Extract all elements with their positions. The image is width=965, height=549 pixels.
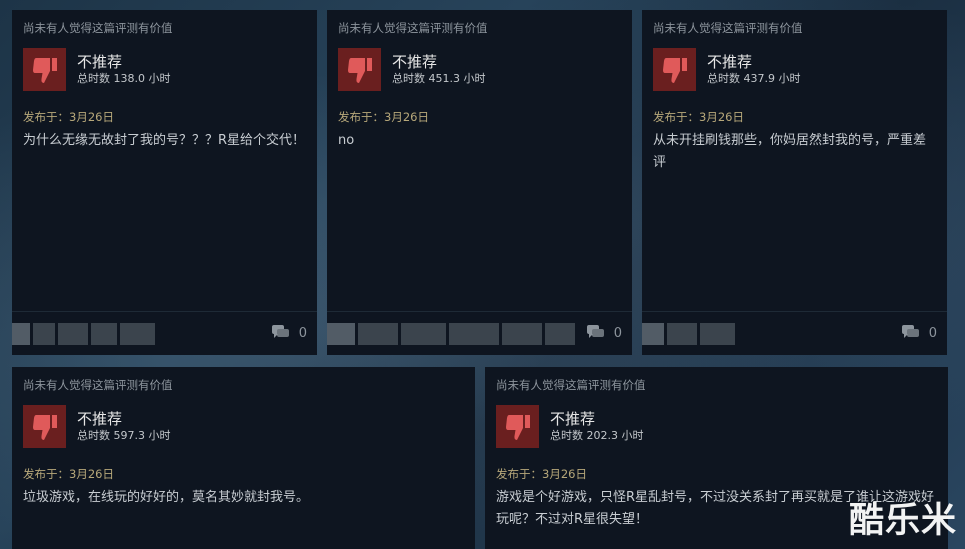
- total-hours: 总时数 202.3 小时: [550, 429, 644, 442]
- review-footer: 0: [327, 311, 632, 355]
- review-text: 从未开挂刷钱那些，你妈居然封我的号，严重差评: [653, 133, 927, 170]
- thumbs-down-icon: [23, 48, 66, 91]
- review-verdict[interactable]: 不推荐 总时数 138.0 小时: [23, 48, 307, 91]
- comment-count: 0: [298, 326, 307, 341]
- review-footer: 0: [12, 311, 317, 355]
- posted-date: 发布于：3月26日: [23, 467, 114, 481]
- posted-date: 发布于：3月26日: [653, 110, 744, 124]
- posted-date: 发布于：3月26日: [23, 110, 114, 124]
- review-footer: 0: [642, 311, 947, 355]
- thumbs-down-icon: [653, 48, 696, 91]
- comment-button[interactable]: 0: [271, 324, 307, 343]
- helpful-count: 尚未有人觉得这篇评测有价值: [496, 378, 646, 392]
- verdict-label: 不推荐: [77, 53, 123, 71]
- total-hours: 总时数 451.3 小时: [392, 72, 486, 85]
- review-card: 尚未有人觉得这篇评测有价值 不推荐 总时数 437.9 小时 发布于：3月26日…: [642, 10, 947, 355]
- review-text: no: [338, 133, 355, 148]
- helpful-count: 尚未有人觉得这篇评测有价值: [23, 378, 173, 392]
- thumbs-down-icon: [496, 405, 539, 448]
- helpful-count: 尚未有人觉得这篇评测有价值: [338, 21, 488, 35]
- thumbs-down-icon: [338, 48, 381, 91]
- blurred-author: [12, 319, 155, 349]
- blurred-author: [642, 319, 735, 349]
- comment-count: 0: [613, 326, 622, 341]
- review-text: 垃圾游戏，在线玩的好好的，莫名其妙就封我号。: [23, 490, 310, 505]
- comment-icon: [901, 324, 919, 343]
- review-verdict[interactable]: 不推荐 总时数 202.3 小时: [496, 405, 938, 448]
- watermark-logo: 酷乐米: [848, 501, 957, 541]
- review-card: 尚未有人觉得这篇评测有价值 不推荐 总时数 138.0 小时 发布于：3月26日…: [12, 10, 317, 355]
- comment-icon: [586, 324, 604, 343]
- posted-date: 发布于：3月26日: [338, 110, 429, 124]
- blurred-author: [327, 319, 575, 349]
- total-hours: 总时数 138.0 小时: [77, 72, 171, 85]
- total-hours: 总时数 597.3 小时: [77, 429, 171, 442]
- verdict-label: 不推荐: [550, 410, 596, 428]
- thumbs-down-icon: [23, 405, 66, 448]
- review-verdict[interactable]: 不推荐 总时数 437.9 小时: [653, 48, 937, 91]
- verdict-label: 不推荐: [392, 53, 438, 71]
- review-verdict[interactable]: 不推荐 总时数 451.3 小时: [338, 48, 622, 91]
- verdict-label: 不推荐: [707, 53, 753, 71]
- verdict-label: 不推荐: [77, 410, 123, 428]
- comment-button[interactable]: 0: [901, 324, 937, 343]
- comment-count: 0: [928, 326, 937, 341]
- review-card: 尚未有人觉得这篇评测有价值 不推荐 总时数 451.3 小时 发布于：3月26日…: [327, 10, 632, 355]
- review-verdict[interactable]: 不推荐 总时数 597.3 小时: [23, 405, 465, 448]
- comment-icon: [271, 324, 289, 343]
- total-hours: 总时数 437.9 小时: [707, 72, 801, 85]
- review-text: 为什么无缘无故封了我的号？？？R星给个交代！: [23, 133, 306, 148]
- helpful-count: 尚未有人觉得这篇评测有价值: [653, 21, 803, 35]
- comment-button[interactable]: 0: [586, 324, 622, 343]
- posted-date: 发布于：3月26日: [496, 467, 587, 481]
- helpful-count: 尚未有人觉得这篇评测有价值: [23, 21, 173, 35]
- review-card: 尚未有人觉得这篇评测有价值 不推荐 总时数 597.3 小时 发布于：3月26日…: [12, 367, 475, 549]
